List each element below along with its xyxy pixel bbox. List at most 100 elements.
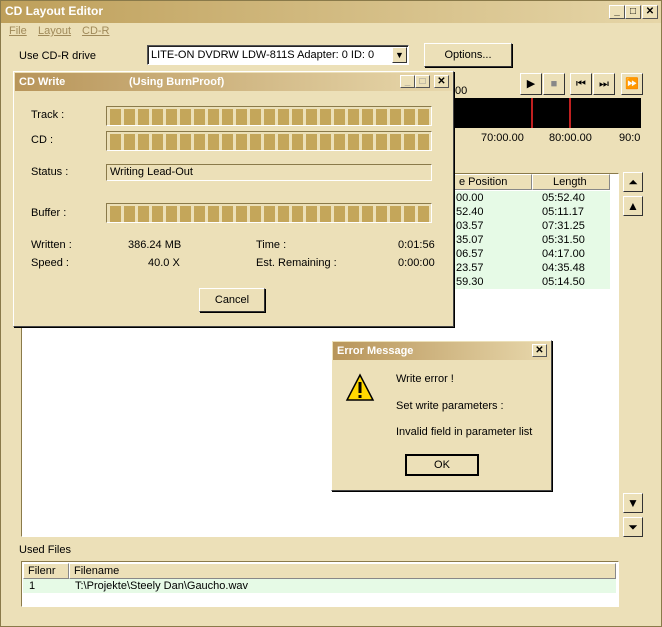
move-down-icon: ▼ <box>627 496 639 510</box>
status-field: Writing Lead-Out <box>106 164 432 181</box>
speed-label: Speed : <box>31 257 69 269</box>
progress-segment <box>278 134 289 150</box>
next-button[interactable]: ⏭ <box>593 73 615 95</box>
menu-cdr[interactable]: CD-R <box>82 25 110 37</box>
progress-segment <box>180 109 191 125</box>
progress-segment <box>306 134 317 150</box>
progress-segment <box>236 206 247 222</box>
progress-segment <box>166 206 177 222</box>
progress-segment <box>348 206 359 222</box>
progress-segment <box>334 109 345 125</box>
cd-write-maximize-button[interactable]: □ <box>415 75 430 88</box>
progress-segment <box>180 134 191 150</box>
error-title-bar: Error Message <box>333 342 550 360</box>
track-position: 00.00 <box>456 192 484 204</box>
progress-segment <box>418 134 429 150</box>
written-value: 386.24 MB <box>128 239 182 251</box>
table-row[interactable]: 35.07 05:31.50 <box>454 233 610 247</box>
track-position: 03.57 <box>456 220 484 232</box>
progress-segment <box>124 109 135 125</box>
progress-segment <box>376 134 387 150</box>
drive-select[interactable]: LITE-ON DVDRW LDW-811S Adapter: 0 ID: 0 … <box>147 45 409 65</box>
cancel-button[interactable]: Cancel <box>199 288 265 312</box>
cd-write-minimize-button[interactable]: _ <box>400 75 415 88</box>
close-button[interactable]: ✕ <box>642 5 658 19</box>
column-header-length[interactable]: Length <box>532 174 610 190</box>
progress-segment <box>250 206 261 222</box>
remaining-label: Est. Remaining : <box>256 257 337 269</box>
play-button[interactable]: ▶ <box>520 73 542 95</box>
progress-segment <box>362 206 373 222</box>
cd-write-subtitle: (Using BurnProof) <box>129 76 225 88</box>
column-header-position[interactable]: e Position <box>454 174 532 190</box>
progress-segment <box>124 134 135 150</box>
move-up-button[interactable]: ▲ <box>623 196 643 216</box>
error-line-1: Write error ! <box>396 373 454 385</box>
cd-write-close-button[interactable]: ✕ <box>434 75 449 88</box>
progress-segment <box>110 109 121 125</box>
minimize-button[interactable]: _ <box>609 5 625 19</box>
table-row[interactable]: 59.30 05:14.50 <box>454 275 610 289</box>
used-files-list[interactable]: Filenr Filename 1 T:\Projekte\Steely Dan… <box>21 561 619 607</box>
progress-segment <box>362 109 373 125</box>
progress-segment <box>264 109 275 125</box>
track-position: 52.40 <box>456 206 484 218</box>
previous-button[interactable]: ⏮ <box>570 73 592 95</box>
progress-segment <box>418 109 429 125</box>
move-bottom-button[interactable]: ⏷ <box>623 517 643 537</box>
table-row[interactable]: 03.57 07:31.25 <box>454 219 610 233</box>
timeline-partial-time: 00 <box>455 85 468 97</box>
options-button[interactable]: Options... <box>424 43 512 67</box>
progress-segment <box>194 134 205 150</box>
cd-label: CD : <box>31 134 53 146</box>
error-line-3: Invalid field in parameter list <box>396 426 533 438</box>
progress-segment <box>348 109 359 125</box>
progress-segment <box>278 109 289 125</box>
table-row[interactable]: 52.40 05:11.17 <box>454 205 610 219</box>
window-title: CD Layout Editor <box>5 4 103 18</box>
progress-segment <box>320 206 331 222</box>
progress-segment <box>222 109 233 125</box>
progress-segment <box>208 109 219 125</box>
status-value: Writing Lead-Out <box>110 166 193 178</box>
ok-button[interactable]: OK <box>405 454 479 476</box>
move-top-button[interactable]: ⏶ <box>623 172 643 192</box>
menu-layout[interactable]: Layout <box>38 25 71 37</box>
cd-write-title: CD Write <box>19 76 66 88</box>
progress-segment <box>348 134 359 150</box>
progress-segment <box>236 134 247 150</box>
maximize-button[interactable]: □ <box>625 5 641 19</box>
menu-file[interactable]: File <box>9 25 27 37</box>
progress-segment <box>110 206 121 222</box>
file-number: 1 <box>29 580 36 592</box>
error-close-button[interactable]: ✕ <box>532 344 547 357</box>
column-header-filename[interactable]: Filename <box>69 563 616 579</box>
progress-segment <box>320 134 331 150</box>
track-progress-bar <box>106 106 432 126</box>
table-row[interactable]: 00.00 05:52.40 <box>454 191 610 205</box>
column-header-filenr[interactable]: Filenr <box>23 563 69 579</box>
table-row[interactable]: 06.57 04:17.00 <box>454 247 610 261</box>
progress-segment <box>404 109 415 125</box>
drive-value: LITE-ON DVDRW LDW-811S Adapter: 0 ID: 0 <box>151 49 375 61</box>
timeline-tick-70: 70:00.00 <box>481 132 524 144</box>
error-title: Error Message <box>337 345 414 357</box>
table-row[interactable]: 23.57 04:35.48 <box>454 261 610 275</box>
fast-forward-icon: ⏩ <box>625 78 639 90</box>
timeline-strip[interactable] <box>455 98 641 128</box>
progress-segment <box>390 109 401 125</box>
stop-button[interactable]: ■ <box>543 73 565 95</box>
move-down-button[interactable]: ▼ <box>623 493 643 513</box>
track-length: 05:11.17 <box>542 206 585 218</box>
progress-segment <box>194 206 205 222</box>
time-label: Time : <box>256 239 287 251</box>
move-top-icon: ⏶ <box>628 175 638 189</box>
table-row[interactable]: 1 T:\Projekte\Steely Dan\Gaucho.wav <box>23 579 616 593</box>
progress-segment <box>362 134 373 150</box>
progress-segment <box>236 109 247 125</box>
progress-segment <box>390 206 401 222</box>
track-rows: 00.00 05:52.40 52.40 05:11.17 03.57 07:31.25 3… <box>454 191 610 289</box>
fast-forward-button[interactable]: ⏩ <box>621 73 643 95</box>
chevron-down-icon[interactable]: ▼ <box>392 47 407 63</box>
time-value: 0:01:56 <box>398 239 435 251</box>
